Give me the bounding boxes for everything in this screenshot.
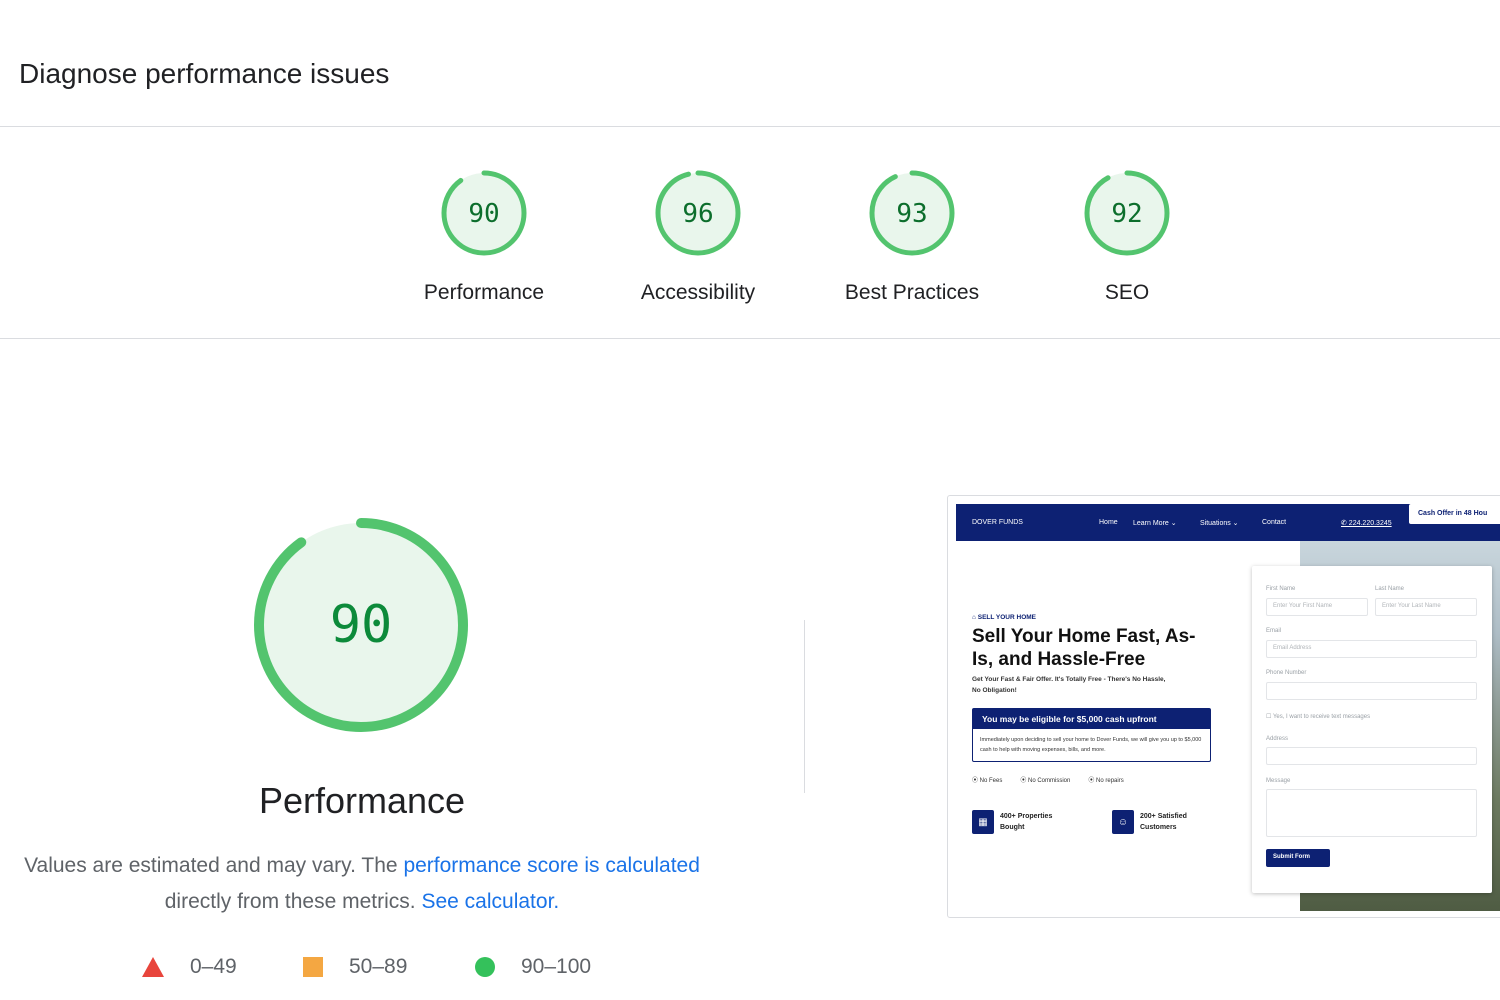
gauge-accessibility[interactable]: 96 Accessibility <box>608 169 788 305</box>
gauge-ring: 96 <box>655 170 741 256</box>
square-icon <box>303 957 323 977</box>
thumb-kicker: ⌂ SELL YOUR HOME <box>972 614 1037 621</box>
thumb-offer-box: You may be eligible for $5,000 cash upfr… <box>972 708 1211 762</box>
gauge-label: SEO <box>1104 281 1150 304</box>
gauge-score: 96 <box>682 199 713 229</box>
thumb-check: ⦿ No Commission <box>1020 778 1071 784</box>
page-title: Diagnose performance issues <box>19 58 390 89</box>
performance-score: 90 <box>330 595 393 655</box>
thumb-cta-button: Cash Offer in 48 Hou <box>1409 504 1500 524</box>
people-icon: ☺ <box>1112 810 1134 834</box>
circle-icon <box>475 957 495 977</box>
triangle-icon <box>142 957 164 977</box>
thumb-phone: ✆ 224.220.3245 <box>1341 520 1392 527</box>
thumb-nav-home: Home <box>1099 519 1118 526</box>
legend-range: 50–89 <box>349 955 408 978</box>
thumb-email-label: Email <box>1266 628 1282 634</box>
thumb-checks: ⦿ No Fees ⦿ No Commission ⦿ No repairs <box>972 775 1212 784</box>
gauge-label: Accessibility <box>640 281 756 304</box>
thumb-stat: ▦ 400+ Properties Bought <box>972 810 1076 834</box>
thumb-check: ⦿ No Fees <box>972 778 1003 784</box>
thumb-message-input <box>1266 789 1477 837</box>
gauge-label: Performance <box>423 281 545 304</box>
page-screenshot-thumbnail[interactable]: DOVER FUNDS Home Learn More ⌄ Situations… <box>947 495 1500 918</box>
page-header: Diagnose performance issues <box>0 0 1500 127</box>
legend-fail: 0–49 <box>141 952 237 982</box>
score-calculated-link[interactable]: performance score is calculated <box>403 854 699 877</box>
thumb-sms-check: ☐ Yes, I want to receive text messages <box>1266 714 1371 720</box>
thumb-email-input: Email Address <box>1266 640 1477 658</box>
thumb-phone-label: Phone Number <box>1266 670 1307 676</box>
gauge-label: Best Practices <box>844 281 980 304</box>
legend-pass: 90–100 <box>474 952 591 982</box>
thumb-message-label: Message <box>1266 778 1291 784</box>
performance-gauge-large: 90 <box>254 518 468 732</box>
category-gauges: 90 Performance 96 Accessibility 93 Best … <box>0 127 1500 339</box>
performance-label: Performance <box>258 780 466 821</box>
desc-text: Values are estimated and may vary. The <box>24 854 398 877</box>
gauge-ring: 92 <box>1084 170 1170 256</box>
gauge-best-practices[interactable]: 93 Best Practices <box>822 169 1002 305</box>
thumb-phone-input <box>1266 682 1477 700</box>
thumb-hero: ⌂ SELL YOUR HOME Sell Your Home Fast, As… <box>972 614 1212 834</box>
gauge-score: 93 <box>896 199 927 229</box>
thumb-nav-contact: Contact <box>1262 519 1287 526</box>
thumb-first-label: First Name <box>1266 586 1296 592</box>
vertical-divider <box>804 620 805 793</box>
thumb-first-input: Enter Your First Name <box>1266 598 1368 616</box>
thumb-offer-title: You may be eligible for $5,000 cash upfr… <box>973 709 1210 729</box>
see-calculator-link[interactable]: See calculator. <box>421 890 559 913</box>
thumb-last-input: Enter Your Last Name <box>1375 598 1477 616</box>
thumb-submit-button: Submit Form <box>1266 849 1330 867</box>
thumb-stat: ☺ 200+ Satisfied Customers <box>1112 810 1210 834</box>
gauge-ring: 90 <box>441 170 527 256</box>
gauge-ring: 93 <box>869 170 955 256</box>
building-icon: ▦ <box>972 810 994 834</box>
thumb-logo: DOVER FUNDS <box>972 519 1023 526</box>
thumb-address-input <box>1266 747 1477 765</box>
thumb-form: First Name Last Name Enter Your First Na… <box>1252 566 1492 893</box>
gauge-score: 90 <box>468 199 499 229</box>
gauge-seo[interactable]: 92 SEO <box>1037 169 1217 305</box>
thumb-check: ⦿ No repairs <box>1088 778 1124 784</box>
thumb-stats: ▦ 400+ Properties Bought ☺ 200+ Satisfied … <box>972 810 1212 834</box>
desc-text-2: directly from these metrics. <box>164 890 416 913</box>
thumb-offer-body: Immediately upon deciding to sell your h… <box>980 737 1202 753</box>
thumb-nav-learn: Learn More ⌄ <box>1133 520 1177 527</box>
score-description: Values are estimated and may vary. The p… <box>12 848 712 920</box>
thumb-last-label: Last Name <box>1375 586 1405 592</box>
thumb-nav-situations: Situations ⌄ <box>1200 520 1239 527</box>
legend-range: 0–49 <box>190 955 237 978</box>
thumb-address-label: Address <box>1266 736 1289 742</box>
gauge-performance[interactable]: 90 Performance <box>394 169 574 305</box>
thumb-subtitle: Get Your Fast & Fair Offer. It's Totally… <box>972 676 1166 694</box>
legend-range: 90–100 <box>521 955 592 978</box>
gauge-score: 92 <box>1111 199 1142 229</box>
thumb-title: Sell Your Home Fast, As-Is, and Hassle-F… <box>972 626 1196 670</box>
legend-average: 50–89 <box>302 952 407 982</box>
